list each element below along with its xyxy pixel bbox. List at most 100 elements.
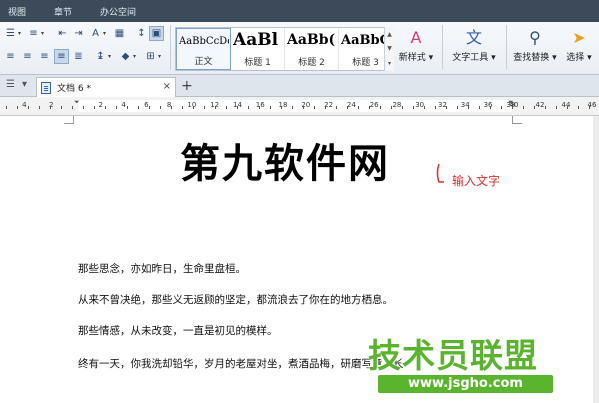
indent-marker-icon[interactable]: ⏷ xyxy=(508,98,514,107)
ruler-tick xyxy=(314,106,315,109)
ruler-tick xyxy=(578,106,579,109)
menu-tab-chapter[interactable]: 章节 xyxy=(54,5,72,18)
ruler-number: 44 xyxy=(561,101,571,109)
increase-indent-icon[interactable]: ⇥ xyxy=(71,26,86,41)
ruler-number: 10 xyxy=(187,101,197,109)
chevron-down-icon[interactable]: ▾ xyxy=(108,53,111,60)
decrease-indent-icon[interactable]: ⇤ xyxy=(55,26,70,41)
ruler-number: 30 xyxy=(415,101,425,109)
ruler-number: 2 xyxy=(98,101,103,109)
indent-marker-icon[interactable]: ⏷ xyxy=(74,98,80,107)
ribbon-divider xyxy=(170,25,171,70)
align-right-icon[interactable]: ≡ xyxy=(37,49,52,64)
menu-icon[interactable]: ☰ xyxy=(6,79,15,90)
ruler-number: 26 xyxy=(369,101,379,109)
sort-icon[interactable]: ↕ xyxy=(134,26,149,41)
bullet-list-icon[interactable]: ☰ xyxy=(3,26,18,41)
text-direction-icon[interactable]: A xyxy=(88,26,103,41)
ruler-tick xyxy=(424,106,425,109)
ruler-tick xyxy=(369,106,370,109)
close-icon[interactable]: × xyxy=(163,81,171,92)
numbered-list-icon[interactable]: ≡ xyxy=(26,26,41,41)
ribbon-toolbar: ☰ ▾ ≡ ▾ ⇤ ⇥ A ▾ ▦ ↕ ▣ ≡ ≡ ≡ ≡ ≣ ↨ ▾ ◆ ▾ … xyxy=(0,22,599,75)
ruler-number: 4 xyxy=(121,101,126,109)
ruler-tick xyxy=(226,106,227,109)
justify-icon[interactable]: ≡ xyxy=(54,49,69,64)
ruler-tick xyxy=(149,106,150,109)
ruler-tick xyxy=(446,106,447,109)
ruler-number: 6 xyxy=(144,101,149,109)
ruler-number: 18 xyxy=(278,101,288,109)
paragraph: 从来不曾决绝，那些义无返顾的坚定，都流浪去了你在的地方栖息。 xyxy=(78,294,393,306)
document-page[interactable]: 第九软件网 输入文字 那些思念，亦如昨日，生命里盘桓。 从来不曾决绝，那些义无返… xyxy=(0,116,599,403)
chevron-down-icon[interactable]: ▾ xyxy=(103,30,106,37)
line-spacing-icon[interactable]: ↨ xyxy=(93,49,108,64)
chevron-down-icon[interactable]: ▾ xyxy=(158,53,161,60)
ruler-tick xyxy=(347,106,348,109)
style-preview: AaBl xyxy=(233,30,279,50)
shading-icon[interactable]: ◆ xyxy=(118,49,133,64)
ruler-tick xyxy=(83,106,84,109)
border-icon[interactable]: ⊞ xyxy=(143,49,158,64)
menu-tab-office-space[interactable]: 办公空间 xyxy=(100,5,136,18)
chevron-down-icon[interactable]: ▾ xyxy=(41,30,44,37)
ruler-tick xyxy=(17,106,18,109)
chevron-down-icon[interactable]: ▾ xyxy=(22,79,27,90)
new-style-icon: A xyxy=(410,28,422,47)
ruler-tick xyxy=(468,106,469,109)
ruler-tick xyxy=(6,106,7,109)
style-name: 正文 xyxy=(194,57,213,67)
text-tools-icon: 文 xyxy=(465,28,482,47)
show-marks-icon[interactable]: ▣ xyxy=(149,26,164,41)
vertical-scrollbar[interactable] xyxy=(593,116,599,403)
ruler-tick xyxy=(435,106,436,109)
paragraph: 那些思念，亦如昨日，生命里盘桓。 xyxy=(78,263,246,275)
margin-corner-mark xyxy=(64,116,74,124)
cursor-icon: ➤ xyxy=(572,28,586,47)
ruler-number: 24 xyxy=(346,101,356,109)
style-name: 标题 1 xyxy=(244,58,271,68)
tab-document-6[interactable]: 文档 6 * × xyxy=(36,77,176,97)
expand-icon[interactable]: ▾ xyxy=(388,60,391,67)
align-center-icon[interactable]: ≡ xyxy=(20,49,35,64)
ruler-tick xyxy=(281,106,282,109)
table-grid-icon[interactable]: ▦ xyxy=(112,26,127,41)
ruler-tick xyxy=(325,106,326,109)
document-tab-strip: ☰ ▾ 文档 6 * × + xyxy=(0,75,599,97)
new-style-button[interactable]: A 新样式 ▾ xyxy=(396,26,436,70)
style-gallery-scroll[interactable]: ▲ ▼ ▾ xyxy=(384,27,394,71)
ruler-number: 28 xyxy=(392,101,402,109)
style-heading-1[interactable]: AaBl 标题 1 xyxy=(231,28,285,70)
ruler-tick xyxy=(61,106,62,109)
style-heading-2[interactable]: AaBb( 标题 2 xyxy=(285,28,339,70)
select-button[interactable]: ➤ 选择 ▾ xyxy=(562,26,596,70)
ruler-tick xyxy=(193,106,194,109)
chevron-up-icon[interactable]: ▲ xyxy=(387,31,392,38)
ruler-tick xyxy=(501,106,502,109)
find-replace-button[interactable]: ⚲ 查找替换 ▾ xyxy=(510,26,560,70)
chevron-down-icon[interactable]: ▾ xyxy=(133,53,136,60)
ruler-tick xyxy=(545,106,546,109)
ruler-tick xyxy=(171,106,172,109)
align-left-icon[interactable]: ≡ xyxy=(3,49,18,64)
chevron-down-icon[interactable]: ▾ xyxy=(18,30,21,37)
ruler-tick xyxy=(358,106,359,109)
menu-tab-view[interactable]: 视图 xyxy=(8,5,26,18)
chevron-down-icon[interactable]: ▼ xyxy=(387,45,392,52)
ruler-tick xyxy=(556,106,557,109)
ruler-tick xyxy=(292,106,293,109)
ruler-tick xyxy=(413,106,414,109)
style-normal[interactable]: AaBbCcDd 正文 xyxy=(176,28,231,70)
ruler-tick xyxy=(567,106,568,109)
horizontal-ruler[interactable]: 6422468101214161820222426283032343638404… xyxy=(0,97,599,116)
ruler-tick xyxy=(204,106,205,109)
text-tools-button[interactable]: 文 文字工具 ▾ xyxy=(448,26,500,70)
distributed-align-icon[interactable]: ≣ xyxy=(71,49,86,64)
new-style-label: 新样式 ▾ xyxy=(398,53,434,63)
document-icon xyxy=(41,81,51,94)
new-tab-button[interactable]: + xyxy=(181,78,193,94)
bracket-icon xyxy=(436,163,444,183)
style-name: 标题 2 xyxy=(298,58,325,68)
paragraph: 那些情感，从未改变，一直是初见的模样。 xyxy=(78,325,278,337)
ruler-tick xyxy=(457,106,458,109)
